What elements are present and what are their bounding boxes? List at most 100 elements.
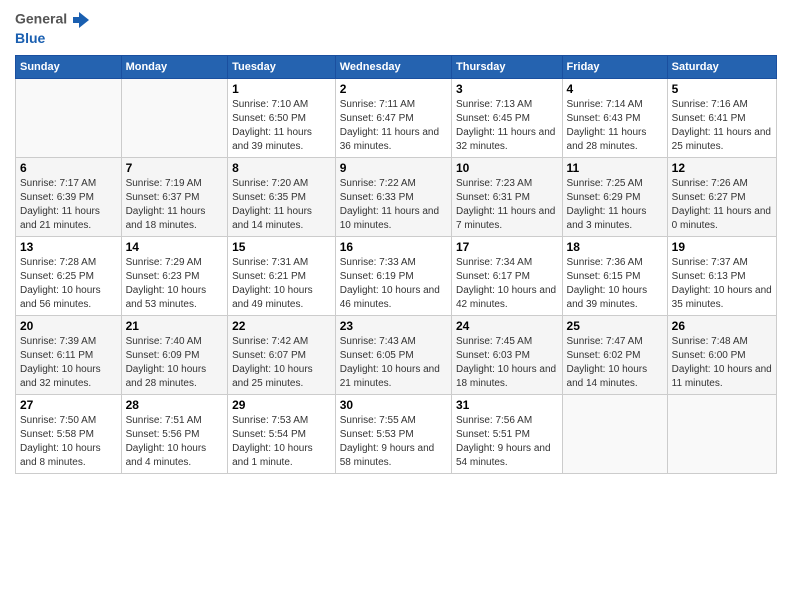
day-info: Sunrise: 7:40 AM Sunset: 6:09 PM Dayligh… (126, 335, 224, 391)
day-number: 30 (340, 398, 447, 412)
day-number: 5 (672, 82, 772, 96)
day-number: 14 (126, 240, 224, 254)
day-number: 28 (126, 398, 224, 412)
day-info: Sunrise: 7:20 AM Sunset: 6:35 PM Dayligh… (232, 177, 331, 233)
day-info: Sunrise: 7:22 AM Sunset: 6:33 PM Dayligh… (340, 177, 447, 233)
day-number: 11 (567, 161, 663, 175)
day-number: 24 (456, 319, 558, 333)
calendar-cell (562, 394, 667, 473)
day-number: 27 (20, 398, 117, 412)
day-info: Sunrise: 7:45 AM Sunset: 6:03 PM Dayligh… (456, 335, 558, 391)
calendar-cell: 12Sunrise: 7:26 AM Sunset: 6:27 PM Dayli… (667, 157, 776, 236)
calendar-cell: 16 Sunrise: 7:33 AM Sunset: 6:19 PM Dayli… (335, 236, 451, 315)
day-number: 18 (567, 240, 663, 254)
weekday-header: Thursday (452, 55, 563, 78)
logo-text: General Blue (15, 10, 91, 47)
calendar-cell: 11 Sunrise: 7:25 AM Sunset: 6:29 PM Dayli… (562, 157, 667, 236)
calendar-cell: 13Sunrise: 7:28 AM Sunset: 6:25 PM Dayli… (16, 236, 122, 315)
day-number: 10 (456, 161, 558, 175)
calendar-week-row: 27 Sunrise: 7:50 AM Sunset: 5:58 PM Dayli… (16, 394, 777, 473)
day-info: Sunrise: 7:17 AM Sunset: 6:39 PM Dayligh… (20, 177, 117, 233)
calendar-cell: 2Sunrise: 7:11 AM Sunset: 6:47 PM Daylig… (335, 78, 451, 157)
calendar-cell (121, 78, 228, 157)
calendar-cell: 10 Sunrise: 7:23 AM Sunset: 6:31 PM Dayli… (452, 157, 563, 236)
day-number: 29 (232, 398, 331, 412)
calendar-cell: 14 Sunrise: 7:29 AM Sunset: 6:23 PM Dayli… (121, 236, 228, 315)
day-info: Sunrise: 7:10 AM Sunset: 6:50 PM Dayligh… (232, 98, 331, 154)
day-number: 17 (456, 240, 558, 254)
calendar-cell: 5Sunrise: 7:16 AM Sunset: 6:41 PM Daylig… (667, 78, 776, 157)
calendar-cell: 9 Sunrise: 7:22 AM Sunset: 6:33 PM Daylig… (335, 157, 451, 236)
day-info: Sunrise: 7:25 AM Sunset: 6:29 PM Dayligh… (567, 177, 663, 233)
day-number: 1 (232, 82, 331, 96)
day-info: Sunrise: 7:19 AM Sunset: 6:37 PM Dayligh… (126, 177, 224, 233)
calendar-week-row: 20Sunrise: 7:39 AM Sunset: 6:11 PM Dayli… (16, 315, 777, 394)
day-number: 12 (672, 161, 772, 175)
calendar-cell: 30 Sunrise: 7:55 AM Sunset: 5:53 PM Dayli… (335, 394, 451, 473)
day-info: Sunrise: 7:29 AM Sunset: 6:23 PM Dayligh… (126, 256, 224, 312)
day-info: Sunrise: 7:28 AM Sunset: 6:25 PM Dayligh… (20, 256, 117, 312)
calendar-cell: 31 Sunrise: 7:56 AM Sunset: 5:51 PM Dayli… (452, 394, 563, 473)
calendar-cell (667, 394, 776, 473)
calendar-table: SundayMondayTuesdayWednesdayThursdayFrid… (15, 55, 777, 474)
calendar-week-row: 6Sunrise: 7:17 AM Sunset: 6:39 PM Daylig… (16, 157, 777, 236)
day-info: Sunrise: 7:47 AM Sunset: 6:02 PM Dayligh… (567, 335, 663, 391)
calendar-cell: 26 Sunrise: 7:48 AM Sunset: 6:00 PM Dayli… (667, 315, 776, 394)
day-number: 23 (340, 319, 447, 333)
day-number: 4 (567, 82, 663, 96)
logo-arrow-icon (71, 10, 91, 30)
weekday-header: Friday (562, 55, 667, 78)
calendar-cell (16, 78, 122, 157)
calendar-week-row: 13Sunrise: 7:28 AM Sunset: 6:25 PM Dayli… (16, 236, 777, 315)
day-info: Sunrise: 7:14 AM Sunset: 6:43 PM Dayligh… (567, 98, 663, 154)
calendar-cell: 17 Sunrise: 7:34 AM Sunset: 6:17 PM Dayli… (452, 236, 563, 315)
weekday-header: Monday (121, 55, 228, 78)
logo-general: General (15, 11, 67, 27)
calendar-cell: 1 Sunrise: 7:10 AM Sunset: 6:50 PM Daylig… (228, 78, 336, 157)
day-info: Sunrise: 7:55 AM Sunset: 5:53 PM Dayligh… (340, 414, 447, 470)
weekday-header: Tuesday (228, 55, 336, 78)
day-info: Sunrise: 7:23 AM Sunset: 6:31 PM Dayligh… (456, 177, 558, 233)
day-number: 26 (672, 319, 772, 333)
calendar-cell: 8 Sunrise: 7:20 AM Sunset: 6:35 PM Daylig… (228, 157, 336, 236)
calendar-cell: 24 Sunrise: 7:45 AM Sunset: 6:03 PM Dayli… (452, 315, 563, 394)
calendar-cell: 29Sunrise: 7:53 AM Sunset: 5:54 PM Dayli… (228, 394, 336, 473)
day-number: 8 (232, 161, 331, 175)
day-info: Sunrise: 7:50 AM Sunset: 5:58 PM Dayligh… (20, 414, 117, 470)
day-info: Sunrise: 7:51 AM Sunset: 5:56 PM Dayligh… (126, 414, 224, 470)
logo: General Blue (15, 10, 91, 47)
calendar-cell: 3Sunrise: 7:13 AM Sunset: 6:45 PM Daylig… (452, 78, 563, 157)
day-info: Sunrise: 7:31 AM Sunset: 6:21 PM Dayligh… (232, 256, 331, 312)
calendar-cell: 18 Sunrise: 7:36 AM Sunset: 6:15 PM Dayli… (562, 236, 667, 315)
calendar-cell: 15 Sunrise: 7:31 AM Sunset: 6:21 PM Dayli… (228, 236, 336, 315)
day-info: Sunrise: 7:56 AM Sunset: 5:51 PM Dayligh… (456, 414, 558, 470)
calendar-cell: 23 Sunrise: 7:43 AM Sunset: 6:05 PM Dayli… (335, 315, 451, 394)
day-info: Sunrise: 7:33 AM Sunset: 6:19 PM Dayligh… (340, 256, 447, 312)
day-number: 7 (126, 161, 224, 175)
day-number: 22 (232, 319, 331, 333)
day-number: 25 (567, 319, 663, 333)
calendar-cell: 19 Sunrise: 7:37 AM Sunset: 6:13 PM Dayli… (667, 236, 776, 315)
day-info: Sunrise: 7:36 AM Sunset: 6:15 PM Dayligh… (567, 256, 663, 312)
day-number: 2 (340, 82, 447, 96)
calendar-cell: 20Sunrise: 7:39 AM Sunset: 6:11 PM Dayli… (16, 315, 122, 394)
day-info: Sunrise: 7:43 AM Sunset: 6:05 PM Dayligh… (340, 335, 447, 391)
day-number: 21 (126, 319, 224, 333)
calendar-cell: 21 Sunrise: 7:40 AM Sunset: 6:09 PM Dayli… (121, 315, 228, 394)
calendar-cell: 27 Sunrise: 7:50 AM Sunset: 5:58 PM Dayli… (16, 394, 122, 473)
day-number: 19 (672, 240, 772, 254)
day-info: Sunrise: 7:34 AM Sunset: 6:17 PM Dayligh… (456, 256, 558, 312)
calendar-cell: 6Sunrise: 7:17 AM Sunset: 6:39 PM Daylig… (16, 157, 122, 236)
day-number: 9 (340, 161, 447, 175)
day-info: Sunrise: 7:37 AM Sunset: 6:13 PM Dayligh… (672, 256, 772, 312)
day-info: Sunrise: 7:39 AM Sunset: 6:11 PM Dayligh… (20, 335, 117, 391)
day-number: 31 (456, 398, 558, 412)
calendar-cell: 7 Sunrise: 7:19 AM Sunset: 6:37 PM Daylig… (121, 157, 228, 236)
day-info: Sunrise: 7:48 AM Sunset: 6:00 PM Dayligh… (672, 335, 772, 391)
calendar-cell: 25 Sunrise: 7:47 AM Sunset: 6:02 PM Dayli… (562, 315, 667, 394)
calendar-cell: 28 Sunrise: 7:51 AM Sunset: 5:56 PM Dayli… (121, 394, 228, 473)
weekday-header: Saturday (667, 55, 776, 78)
page-header: General Blue (15, 10, 777, 47)
day-number: 16 (340, 240, 447, 254)
day-number: 15 (232, 240, 331, 254)
